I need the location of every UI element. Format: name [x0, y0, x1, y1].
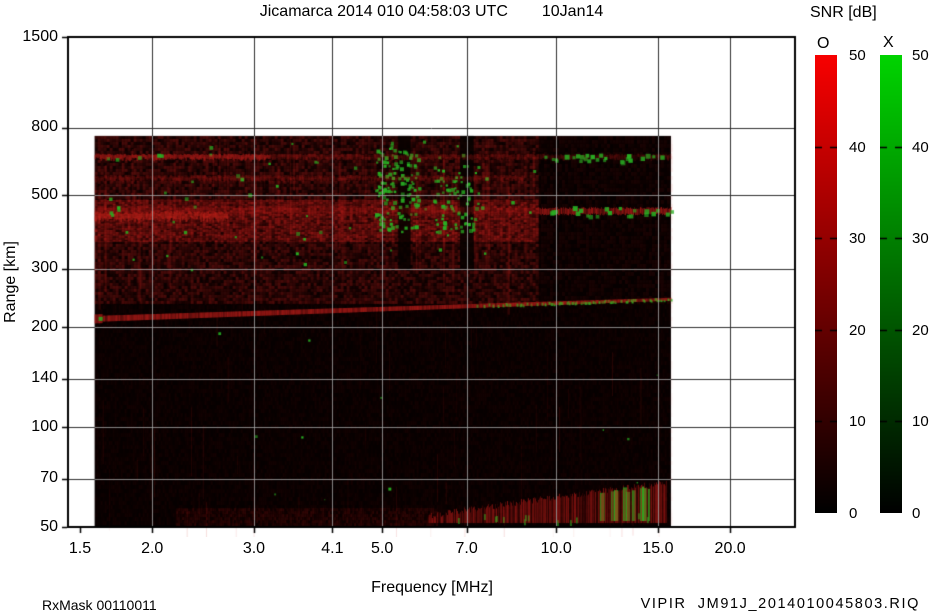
x-tick-label: 5.0 — [371, 540, 394, 557]
y-tick-label: 200 — [31, 317, 58, 335]
cb-x-tick-label: 40 — [912, 138, 929, 156]
x-tick-label: 4.1 — [321, 540, 344, 557]
y-tick-label: 140 — [31, 369, 58, 387]
cb-o-tick-label: 30 — [849, 230, 866, 248]
cb-o-tick-label: 20 — [849, 321, 866, 339]
x-axis-title: Frequency [MHz] — [371, 579, 493, 596]
cb-x-tick-label: 50 — [912, 47, 929, 64]
cb-o-tick-label: 0 — [849, 505, 858, 522]
y-tick-label: 1500 — [22, 27, 58, 45]
x-tick-label: 15.0 — [642, 540, 674, 557]
x-tick-label: 3.0 — [242, 540, 266, 557]
title-main: Jicamarca 2014 010 04:58:03 UTC — [259, 3, 508, 20]
y-tick-label: 70 — [40, 469, 58, 487]
x-tick-label: 2.0 — [141, 540, 164, 557]
x-tick-label: 1.5 — [68, 540, 92, 557]
x-tick-label: 20.0 — [714, 540, 746, 557]
cb-x-tick-label: 0 — [912, 505, 921, 522]
y-tick-label: 500 — [31, 185, 58, 203]
colorbar-x-gradient — [880, 55, 902, 513]
cb-o-tick-label: 50 — [849, 47, 866, 64]
title-date: 10Jan14 — [541, 3, 604, 20]
cb-o-tick-label: 10 — [849, 413, 866, 431]
cb-x-tick-label: 10 — [912, 413, 929, 431]
file-name-text: VIPIR JM91J_2014010045803.RIQ — [640, 596, 920, 612]
y-tick-label: 300 — [31, 259, 58, 277]
y-tick-label: 800 — [31, 118, 58, 136]
y-tick-label: 100 — [31, 417, 58, 435]
x-tick-label: 7.0 — [455, 540, 478, 557]
cb-x-tick-label: 20 — [912, 321, 929, 339]
colorbar-o-label: O — [817, 35, 830, 52]
colorbar-title: SNR [dB] — [810, 4, 877, 21]
cb-o-tick-label: 40 — [849, 138, 866, 156]
colorbar-o-gradient — [815, 55, 837, 513]
ionogram-canvas — [60, 29, 805, 537]
page-title: Jicamarca 2014 010 04:58:03 UTC 10Jan14 — [68, 3, 795, 21]
ionogram-page: Jicamarca 2014 010 04:58:03 UTC 10Jan14 … — [0, 0, 932, 614]
rx-mask-text: RxMask 00110011 — [42, 597, 157, 613]
y-axis-title: Range [km] — [2, 241, 19, 323]
cb-x-tick-label: 30 — [912, 230, 929, 248]
y-tick-label: 50 — [40, 517, 58, 535]
colorbar-x-label: X — [883, 34, 894, 51]
x-tick-label: 10.0 — [540, 540, 572, 557]
